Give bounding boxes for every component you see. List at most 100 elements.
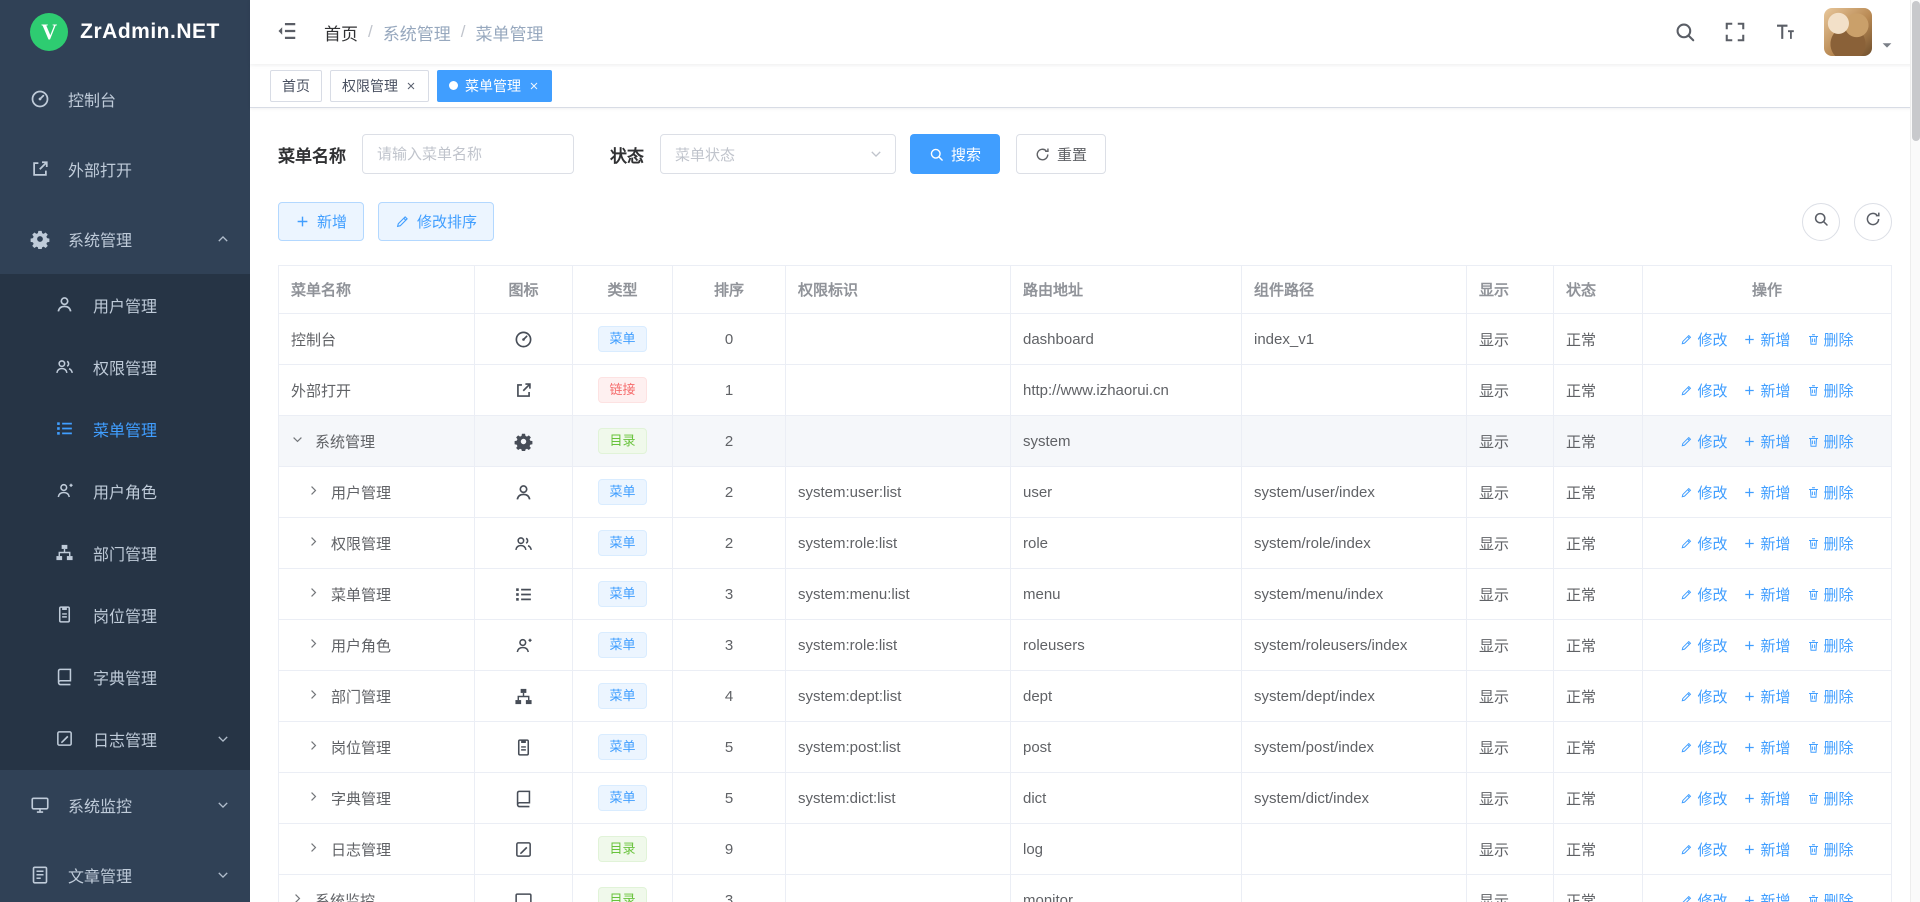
table-row-1[interactable]: 外部打开链接1http://www.izhaorui.cn显示正常修改新增删除 bbox=[279, 365, 1892, 416]
sidebar-subitem-dict[interactable]: 字典管理 bbox=[0, 646, 250, 708]
tab-1[interactable]: 权限管理 bbox=[330, 70, 429, 102]
table-row-8[interactable]: 岗位管理菜单5system:post:listpostsystem/post/i… bbox=[279, 722, 1892, 773]
row-expand-toggle[interactable] bbox=[291, 892, 315, 902]
edit-link[interactable]: 修改 bbox=[1680, 380, 1727, 401]
search-button[interactable]: 搜索 bbox=[910, 134, 1000, 174]
delete-link[interactable]: 删除 bbox=[1807, 890, 1854, 902]
add-link[interactable]: 新增 bbox=[1743, 788, 1790, 809]
add-link[interactable]: 新增 bbox=[1743, 686, 1790, 707]
sidebar-subitem-menu-list[interactable]: 菜单管理 bbox=[0, 398, 250, 460]
table-row-7[interactable]: 部门管理菜单4system:dept:listdeptsystem/dept/i… bbox=[279, 671, 1892, 722]
table-row-11[interactable]: 系统监控目录3monitor显示正常修改新增删除 bbox=[279, 875, 1892, 902]
close-icon[interactable] bbox=[405, 80, 417, 92]
status-select[interactable]: 菜单状态 bbox=[660, 134, 896, 174]
header-search-icon[interactable] bbox=[1674, 21, 1696, 43]
delete-link[interactable]: 删除 bbox=[1807, 788, 1854, 809]
table-row-2[interactable]: 系统管理目录2system显示正常修改新增删除 bbox=[279, 416, 1892, 467]
edit-link[interactable]: 修改 bbox=[1680, 788, 1727, 809]
table-row-6[interactable]: 用户角色菜单3system:role:listroleuserssystem/r… bbox=[279, 620, 1892, 671]
row-expand-toggle[interactable] bbox=[307, 790, 331, 807]
reset-button[interactable]: 重置 bbox=[1016, 134, 1106, 174]
add-link[interactable]: 新增 bbox=[1743, 890, 1790, 902]
row-expand-toggle[interactable] bbox=[307, 535, 331, 552]
row-expand-toggle[interactable] bbox=[307, 841, 331, 858]
delete-link[interactable]: 删除 bbox=[1807, 839, 1854, 860]
sidebar-subitem-user[interactable]: 用户管理 bbox=[0, 274, 250, 336]
sort-button[interactable]: 修改排序 bbox=[378, 202, 494, 241]
row-expand-toggle[interactable] bbox=[291, 433, 315, 450]
edit-link[interactable]: 修改 bbox=[1680, 584, 1727, 605]
sidebar-item-external-link[interactable]: 外部打开 bbox=[0, 134, 250, 204]
sidebar-subitem-tree[interactable]: 部门管理 bbox=[0, 522, 250, 584]
delete-link[interactable]: 删除 bbox=[1807, 584, 1854, 605]
add-link[interactable]: 新增 bbox=[1743, 431, 1790, 452]
caret-down-icon[interactable] bbox=[1880, 38, 1894, 52]
delete-link[interactable]: 删除 bbox=[1807, 482, 1854, 503]
tab-0[interactable]: 首页 bbox=[270, 70, 322, 102]
row-expand-toggle[interactable] bbox=[307, 637, 331, 654]
add-link[interactable]: 新增 bbox=[1743, 380, 1790, 401]
sidebar-subitem-users[interactable]: 权限管理 bbox=[0, 336, 250, 398]
add-button[interactable]: 新增 bbox=[278, 202, 364, 241]
app-logo[interactable]: V ZrAdmin.NET bbox=[0, 0, 250, 64]
tab-2[interactable]: 菜单管理 bbox=[437, 70, 552, 102]
add-link[interactable]: 新增 bbox=[1743, 635, 1790, 656]
add-link[interactable]: 新增 bbox=[1743, 329, 1790, 350]
delete-link[interactable]: 删除 bbox=[1807, 431, 1854, 452]
breadcrumb-item-0[interactable]: 首页 bbox=[324, 20, 358, 45]
monitor-icon bbox=[30, 795, 50, 815]
sidebar-subitem-user-role[interactable]: 用户角色 bbox=[0, 460, 250, 522]
font-size-icon[interactable] bbox=[1774, 21, 1796, 43]
edit-link[interactable]: 修改 bbox=[1680, 737, 1727, 758]
toggle-search-button[interactable] bbox=[1802, 203, 1840, 241]
sidebar-subitem-post[interactable]: 岗位管理 bbox=[0, 584, 250, 646]
row-expand-toggle[interactable] bbox=[307, 739, 331, 756]
chevron-down-icon bbox=[869, 147, 883, 161]
row-expand-toggle[interactable] bbox=[307, 688, 331, 705]
table-row-4[interactable]: 权限管理菜单2system:role:listrolesystem/role/i… bbox=[279, 518, 1892, 569]
avatar[interactable] bbox=[1824, 8, 1872, 56]
table-row-10[interactable]: 日志管理目录9log显示正常修改新增删除 bbox=[279, 824, 1892, 875]
delete-link[interactable]: 删除 bbox=[1807, 533, 1854, 554]
table-row-3[interactable]: 用户管理菜单2system:user:listusersystem/user/i… bbox=[279, 467, 1892, 518]
page-scrollbar[interactable] bbox=[1910, 0, 1920, 902]
sidebar-item-article[interactable]: 文章管理 bbox=[0, 840, 250, 902]
row-expand-toggle[interactable] bbox=[307, 484, 331, 501]
table-row-5[interactable]: 菜单管理菜单3system:menu:listmenusystem/menu/i… bbox=[279, 569, 1892, 620]
menu-name-input[interactable] bbox=[362, 134, 574, 174]
sidebar-subitem-log[interactable]: 日志管理 bbox=[0, 708, 250, 770]
table-row-0[interactable]: 控制台菜单0dashboardindex_v1显示正常修改新增删除 bbox=[279, 314, 1892, 365]
add-link[interactable]: 新增 bbox=[1743, 737, 1790, 758]
edit-link[interactable]: 修改 bbox=[1680, 635, 1727, 656]
add-link[interactable]: 新增 bbox=[1743, 584, 1790, 605]
edit-link[interactable]: 修改 bbox=[1680, 431, 1727, 452]
delete-link[interactable]: 删除 bbox=[1807, 635, 1854, 656]
status-label: 状态 bbox=[610, 142, 644, 167]
sidebar-item-monitor[interactable]: 系统监控 bbox=[0, 770, 250, 840]
delete-icon bbox=[1807, 690, 1820, 703]
add-link[interactable]: 新增 bbox=[1743, 839, 1790, 860]
edit-link[interactable]: 修改 bbox=[1680, 890, 1727, 902]
edit-link[interactable]: 修改 bbox=[1680, 686, 1727, 707]
sidebar-item-dashboard[interactable]: 控制台 bbox=[0, 64, 250, 134]
table-header-9: 操作 bbox=[1643, 266, 1892, 314]
delete-link[interactable]: 删除 bbox=[1807, 737, 1854, 758]
close-icon[interactable] bbox=[528, 80, 540, 92]
delete-link[interactable]: 删除 bbox=[1807, 329, 1854, 350]
edit-link[interactable]: 修改 bbox=[1680, 533, 1727, 554]
refresh-table-button[interactable] bbox=[1854, 203, 1892, 241]
sidebar-toggle-button[interactable] bbox=[276, 20, 298, 45]
edit-link[interactable]: 修改 bbox=[1680, 482, 1727, 503]
user-icon bbox=[55, 295, 75, 315]
table-row-9[interactable]: 字典管理菜单5system:dict:listdictsystem/dict/i… bbox=[279, 773, 1892, 824]
scrollbar-thumb[interactable] bbox=[1912, 1, 1920, 141]
fullscreen-icon[interactable] bbox=[1724, 21, 1746, 43]
row-expand-toggle[interactable] bbox=[307, 586, 331, 603]
delete-link[interactable]: 删除 bbox=[1807, 686, 1854, 707]
edit-link[interactable]: 修改 bbox=[1680, 839, 1727, 860]
delete-link[interactable]: 删除 bbox=[1807, 380, 1854, 401]
add-link[interactable]: 新增 bbox=[1743, 533, 1790, 554]
sidebar-item-gear[interactable]: 系统管理 bbox=[0, 204, 250, 274]
add-link[interactable]: 新增 bbox=[1743, 482, 1790, 503]
edit-link[interactable]: 修改 bbox=[1680, 329, 1727, 350]
